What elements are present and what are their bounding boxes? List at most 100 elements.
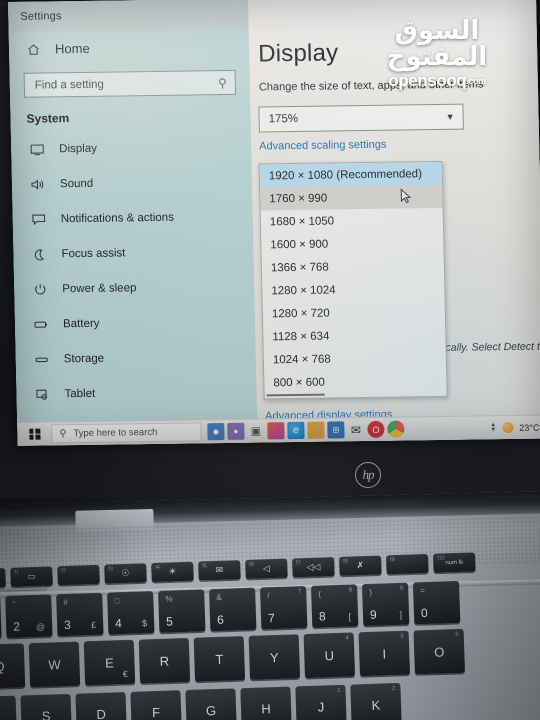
sidebar-item-sound[interactable]: Sound xyxy=(12,164,253,202)
key-y[interactable]: Y xyxy=(248,634,301,680)
key-k[interactable]: K2 xyxy=(350,682,402,720)
resolution-option-label: 1600 × 900 xyxy=(270,238,329,251)
key-shift-label: / xyxy=(267,591,270,601)
key-1[interactable]: !1 xyxy=(0,596,2,640)
key-w[interactable]: W xyxy=(28,641,81,688)
search-icon: ⚲ xyxy=(59,428,67,440)
scale-value: 175% xyxy=(268,112,299,126)
key-7[interactable]: 7 / 7 xyxy=(260,585,308,630)
key-s[interactable]: S xyxy=(20,693,72,720)
settings-title-bar: Settings xyxy=(8,0,249,32)
key-f[interactable]: F xyxy=(130,690,182,720)
chevron-down-icon: ▼ xyxy=(445,111,455,122)
key-9[interactable]: 9) 9] xyxy=(361,582,410,627)
key-label: U xyxy=(324,647,335,663)
taskbar-search-box[interactable]: ⚲ Type here to search xyxy=(51,422,202,444)
listbox-scrollbar[interactable] xyxy=(266,393,325,397)
keyboard-qwerty-row: Q W E € R T Y U4 I5 O6 xyxy=(0,628,470,689)
scale-dropdown[interactable]: 175% ▼ xyxy=(258,103,464,133)
sidebar-item-notifications[interactable]: Notifications & actions xyxy=(12,199,253,237)
resolution-option[interactable]: 800 × 600 xyxy=(264,369,446,395)
f9-key[interactable]: f9 xyxy=(386,553,429,575)
resolution-option[interactable]: 1280 × 720 xyxy=(263,300,445,326)
key-sup: 4 xyxy=(345,635,349,642)
taskbar-icons: ◆ ● ▣ e ⊞ ✉ O xyxy=(207,420,405,441)
resolution-option[interactable]: 1600 × 900 xyxy=(261,231,443,257)
key-3[interactable]: #3 £ xyxy=(56,592,104,637)
resolution-dropdown-list[interactable]: 1920 × 1080 (Recommended) 1760 × 990 168… xyxy=(258,160,448,400)
key-d[interactable]: D xyxy=(75,692,127,720)
resolution-option-label: 1024 × 768 xyxy=(272,353,331,366)
f4-key[interactable]: f4 ☀ xyxy=(151,561,194,583)
key-0[interactable]: = 0 xyxy=(412,580,461,625)
f6-key[interactable]: f6 ◁ xyxy=(245,558,288,579)
office-icon[interactable] xyxy=(267,422,285,440)
key-e[interactable]: E € xyxy=(83,639,136,686)
key-label: ☀ xyxy=(168,566,177,577)
key-t[interactable]: T xyxy=(193,636,246,682)
key-5[interactable]: % 5 xyxy=(158,589,206,633)
key-h[interactable]: H xyxy=(240,686,292,720)
task-view-icon[interactable]: ▣ xyxy=(247,422,264,439)
f3-key[interactable]: f3 ☉ xyxy=(104,563,147,584)
dreidel-app-icon[interactable]: ◆ xyxy=(207,423,225,441)
key-r[interactable]: R xyxy=(138,637,191,684)
sidebar-item-label: Tablet xyxy=(64,387,96,400)
key-label: 7 xyxy=(267,611,275,626)
weather-temperature[interactable]: 23°C xyxy=(519,422,539,432)
key-6[interactable]: & 6 xyxy=(209,587,257,632)
search-input[interactable]: Find a setting ⚲ xyxy=(23,69,237,98)
sidebar-item-focus-assist[interactable]: Focus assist xyxy=(13,234,254,272)
spinner-app-icon[interactable]: ● xyxy=(227,422,245,440)
resolution-option[interactable]: 1128 × 634 xyxy=(263,323,445,349)
key-8[interactable]: 8 (8 [ xyxy=(311,584,359,628)
key-4[interactable]: □ 4 $ xyxy=(107,591,155,635)
sun-icon xyxy=(502,421,514,434)
key-g[interactable]: G xyxy=(185,688,237,720)
sidebar-item-storage[interactable]: Storage xyxy=(15,339,256,377)
key-sup: 6 xyxy=(455,631,459,639)
f10-key[interactable]: f10 num lk xyxy=(433,552,476,573)
advanced-scaling-link[interactable]: Advanced scaling settings xyxy=(259,139,386,153)
chevron-up-icon[interactable]: ▲ ▼ xyxy=(490,422,496,433)
key-q[interactable]: Q xyxy=(0,643,26,689)
resolution-option[interactable]: 1024 × 768 xyxy=(264,346,446,372)
key-label: ☉ xyxy=(121,567,130,579)
mail-icon[interactable]: ✉ xyxy=(347,421,364,438)
key-o[interactable]: O6 xyxy=(413,628,465,675)
key-label: G xyxy=(205,702,217,718)
f1-key[interactable]: f1 ▭ xyxy=(10,566,53,587)
file-explorer-icon[interactable] xyxy=(307,421,325,439)
start-button[interactable] xyxy=(17,422,52,446)
search-placeholder: Find a setting xyxy=(34,78,104,92)
sidebar-item-power-sleep[interactable]: Power & sleep xyxy=(14,269,255,307)
sidebar-item-label: Display xyxy=(59,142,98,155)
esc-key[interactable]: esc xyxy=(0,567,6,589)
resolution-option[interactable]: 1920 × 1080 (Recommended) xyxy=(259,161,443,188)
opera-icon[interactable]: O xyxy=(367,420,385,439)
f2-key[interactable]: f2 xyxy=(57,564,100,586)
sidebar-item-battery[interactable]: Battery xyxy=(15,304,256,342)
sidebar-item-tablet[interactable]: Tablet xyxy=(16,374,257,412)
key-sup: f9 xyxy=(390,557,395,564)
microsoft-store-icon[interactable]: ⊞ xyxy=(327,421,345,439)
resolution-option[interactable]: 1280 × 1024 xyxy=(262,277,444,303)
tablet-icon xyxy=(34,387,50,401)
resolution-option[interactable]: 1760 × 990 xyxy=(260,184,443,211)
sidebar-item-display[interactable]: Display xyxy=(11,129,252,167)
f8-key[interactable]: f8 ✗ xyxy=(339,555,382,576)
f7-key[interactable]: f7 ◁◁ xyxy=(292,557,335,578)
key-u[interactable]: U4 xyxy=(303,632,356,679)
edge-icon[interactable]: e xyxy=(287,421,305,440)
f5-key[interactable]: f5 ✉ xyxy=(198,560,241,581)
key-shift-label: ( xyxy=(318,589,322,599)
resolution-option[interactable]: 1680 × 1050 xyxy=(261,208,443,234)
key-j[interactable]: J1 xyxy=(295,684,347,720)
key-2[interactable]: " 2 @ xyxy=(5,594,53,638)
sidebar-item-label: Notifications & actions xyxy=(60,211,175,225)
resolution-option[interactable]: 1366 × 768 xyxy=(262,254,444,280)
chrome-icon[interactable] xyxy=(387,420,405,438)
sidebar-item-home[interactable]: Home xyxy=(9,29,250,67)
key-i[interactable]: I5 xyxy=(358,630,411,677)
key-a[interactable]: A xyxy=(0,695,17,720)
